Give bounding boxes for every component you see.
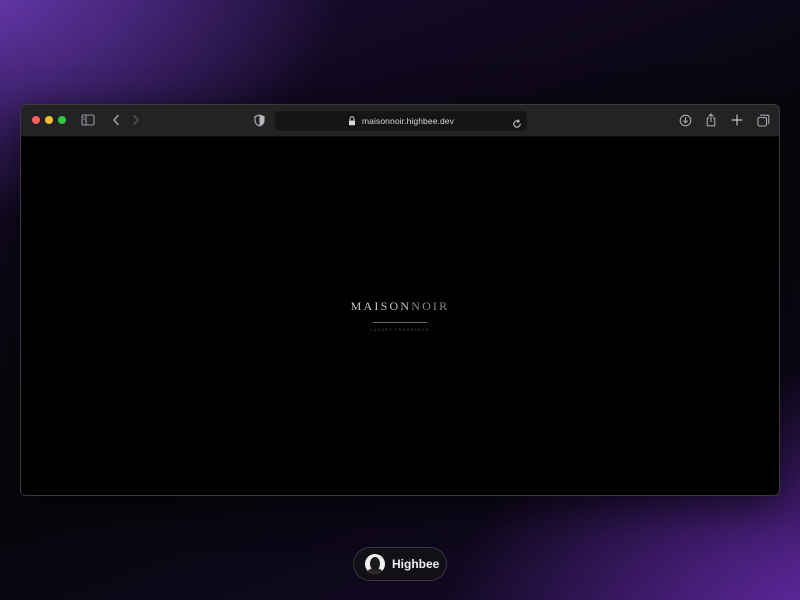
creator-badge[interactable]: Highbee (353, 547, 447, 581)
reload-icon[interactable] (512, 116, 522, 128)
browser-toolbar: maisonnoir.highbee.dev (21, 105, 779, 137)
download-icon[interactable] (678, 113, 692, 127)
lock-icon (348, 116, 358, 126)
browser-window: maisonnoir.highbee.dev MAISONNOIR LUXURY… (20, 104, 780, 496)
shield-icon[interactable] (252, 113, 266, 127)
share-icon[interactable] (704, 113, 718, 127)
forward-icon[interactable] (129, 113, 143, 127)
avatar (365, 554, 385, 574)
brand-logo[interactable]: MAISONNOIR LUXURY FRAGRANCE (21, 299, 779, 332)
brand-divider (373, 322, 427, 323)
brand-tagline: LUXURY FRAGRANCE (370, 328, 430, 332)
creator-name: Highbee (392, 557, 440, 571)
new-tab-icon[interactable] (730, 113, 744, 127)
minimize-window-button[interactable] (45, 116, 53, 124)
close-window-button[interactable] (32, 116, 40, 124)
brand-title-part1: MAISON (350, 299, 412, 313)
zoom-window-button[interactable] (58, 116, 66, 124)
brand-title: MAISONNOIR (21, 299, 779, 314)
address-bar[interactable]: maisonnoir.highbee.dev (275, 111, 527, 131)
brand-title-part2: NOIR (411, 299, 450, 313)
web-page-content: MAISONNOIR LUXURY FRAGRANCE (21, 137, 779, 495)
back-icon[interactable] (109, 113, 123, 127)
tabs-overview-icon[interactable] (756, 113, 770, 127)
sidebar-icon[interactable] (81, 113, 95, 127)
url-text: maisonnoir.highbee.dev (362, 116, 454, 126)
